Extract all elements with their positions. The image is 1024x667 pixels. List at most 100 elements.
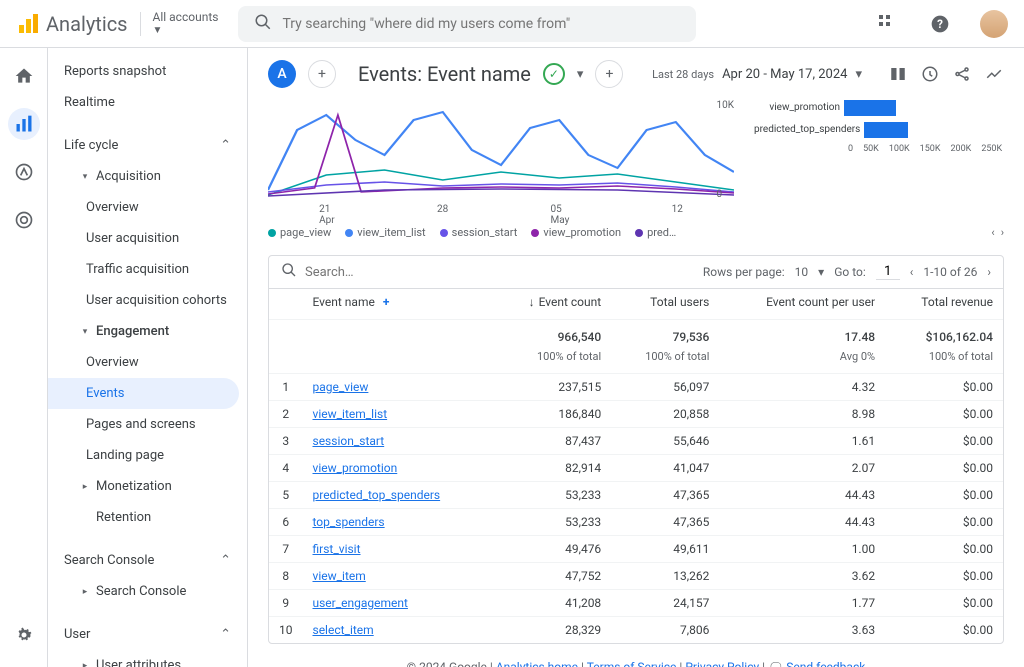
- search-input[interactable]: [282, 16, 680, 32]
- legend-dot: [635, 229, 643, 237]
- table-row: 4view_promotion82,91441,0472.07$0.00: [269, 455, 1003, 482]
- add-segment-button[interactable]: +: [308, 60, 336, 88]
- product-name: Analytics: [46, 12, 128, 36]
- legend-item[interactable]: session_start: [440, 226, 518, 239]
- table-row: 6top_spenders53,23347,36544.43$0.00: [269, 509, 1003, 536]
- nav-realtime[interactable]: Realtime: [48, 87, 247, 118]
- table-row: 7first_visit49,47649,6111.00$0.00: [269, 536, 1003, 563]
- rows-per-page-label: Rows per page:: [703, 265, 785, 279]
- nav-engagement[interactable]: ▾Engagement: [48, 316, 247, 347]
- legend-item[interactable]: view_promotion: [531, 226, 621, 239]
- table-row: 10select_item28,3297,8063.63$0.00: [269, 617, 1003, 644]
- prev-page-icon[interactable]: ‹: [910, 265, 914, 279]
- account-selector[interactable]: All accounts ▼: [153, 10, 219, 36]
- nav-lifecycle[interactable]: Life cycle⌃: [48, 130, 247, 161]
- nav-traffic-acq[interactable]: Traffic acquisition: [48, 254, 247, 285]
- sort-down-icon: ↓: [529, 295, 535, 309]
- nav-acquisition[interactable]: ▾Acquisition: [48, 161, 247, 192]
- event-link[interactable]: select_item: [313, 623, 374, 637]
- caret-right-icon: ▸: [80, 587, 90, 597]
- app-header: Analytics All accounts ▼ ?: [0, 0, 1024, 48]
- nav-user-group[interactable]: User⌃: [48, 619, 247, 650]
- apps-icon[interactable]: [876, 12, 900, 36]
- table-search-input[interactable]: [305, 265, 425, 280]
- legend-next-icon[interactable]: ›: [1001, 226, 1004, 239]
- legend-prev-icon[interactable]: ‹: [991, 226, 994, 239]
- next-page-icon[interactable]: ›: [987, 265, 991, 279]
- event-link[interactable]: top_spenders: [313, 515, 385, 529]
- search-icon: [281, 262, 297, 282]
- event-link[interactable]: view_item: [313, 569, 366, 583]
- goto-input[interactable]: [876, 264, 900, 280]
- legend-item[interactable]: page_view: [268, 226, 331, 239]
- table-row: 3session_start87,43755,6461.61$0.00: [269, 428, 1003, 455]
- report-toolbar: A + Events: Event name ✓ ▾ + Last 28 day…: [248, 48, 1024, 100]
- user-avatar[interactable]: [980, 10, 1008, 38]
- col-ecpu[interactable]: Event count per user: [719, 289, 885, 320]
- trend-icon[interactable]: [984, 64, 1004, 84]
- col-revenue[interactable]: Total revenue: [885, 289, 1003, 320]
- event-link[interactable]: page_view: [313, 380, 369, 394]
- check-icon[interactable]: ✓: [543, 63, 565, 85]
- legend-item[interactable]: pred…: [635, 226, 676, 239]
- footer-link-home[interactable]: Analytics home: [496, 660, 578, 667]
- legend-dot: [345, 229, 353, 237]
- compare-icon[interactable]: [888, 64, 908, 84]
- advertising-icon[interactable]: [8, 204, 40, 236]
- legend-item[interactable]: view_item_list: [345, 226, 425, 239]
- insights-icon[interactable]: [920, 64, 940, 84]
- nav-landing-page[interactable]: Landing page: [48, 440, 247, 471]
- legend-dot: [268, 229, 276, 237]
- nav-pages-screens[interactable]: Pages and screens: [48, 409, 247, 440]
- chevron-up-icon: ⌃: [220, 553, 231, 568]
- event-link[interactable]: first_visit: [313, 542, 361, 556]
- settings-icon[interactable]: [8, 619, 40, 651]
- nav-user-acq-cohorts[interactable]: User acquisition cohorts: [48, 285, 247, 316]
- event-link[interactable]: view_promotion: [313, 461, 398, 475]
- nav-events[interactable]: Events: [48, 378, 239, 409]
- event-link[interactable]: predicted_top_spenders: [313, 488, 441, 502]
- nav-search-console-group[interactable]: Search Console⌃: [48, 545, 247, 576]
- nav-monetization[interactable]: ▸Monetization: [48, 471, 247, 502]
- caret-down-icon: ▾: [80, 172, 90, 182]
- col-event-count[interactable]: ↓Event count: [492, 289, 611, 320]
- legend-dot: [440, 229, 448, 237]
- event-link[interactable]: user_engagement: [313, 596, 408, 610]
- caret-right-icon: ▸: [80, 482, 90, 492]
- footer-link-privacy[interactable]: Privacy Policy: [685, 660, 759, 667]
- segment-badge[interactable]: A: [268, 60, 296, 88]
- chevron-down-icon[interactable]: ▾: [818, 265, 824, 279]
- rows-per-page-value[interactable]: 10: [795, 265, 809, 279]
- divider: [140, 12, 141, 36]
- legend-dot: [531, 229, 539, 237]
- chevron-up-icon: ⌃: [220, 627, 231, 642]
- add-dimension-button[interactable]: +: [595, 60, 623, 88]
- nav-retention[interactable]: Retention: [48, 502, 247, 533]
- add-column-button[interactable]: +: [383, 295, 390, 309]
- nav-reports-snapshot[interactable]: Reports snapshot: [48, 56, 247, 87]
- goto-label: Go to:: [834, 265, 866, 279]
- chevron-down-icon: ▾: [855, 67, 862, 82]
- explore-icon[interactable]: [8, 156, 40, 188]
- footer-feedback[interactable]: Send feedback: [786, 660, 865, 667]
- help-icon[interactable]: ?: [928, 12, 952, 36]
- page-title: Events: Event name: [358, 62, 531, 86]
- date-picker[interactable]: Last 28 days Apr 20 - May 17, 2024 ▾: [652, 67, 862, 82]
- col-total-users[interactable]: Total users: [611, 289, 719, 320]
- reports-icon[interactable]: [8, 108, 40, 140]
- event-link[interactable]: view_item_list: [313, 407, 388, 421]
- nav-user-attributes[interactable]: ▸User attributes: [48, 650, 247, 667]
- table-row: 8view_item47,75213,2623.62$0.00: [269, 563, 1003, 590]
- nav-user-acq[interactable]: User acquisition: [48, 223, 247, 254]
- nav-search-console[interactable]: ▸Search Console: [48, 576, 247, 607]
- search-box[interactable]: [238, 6, 696, 42]
- nav-eng-overview[interactable]: Overview: [48, 347, 247, 378]
- share-icon[interactable]: [952, 64, 972, 84]
- chevron-down-icon[interactable]: ▾: [577, 67, 584, 82]
- nav-acq-overview[interactable]: Overview: [48, 192, 247, 223]
- footer-link-tos[interactable]: Terms of Service: [587, 660, 677, 667]
- sidebar: Reports snapshot Realtime Life cycle⌃ ▾A…: [48, 48, 248, 667]
- home-icon[interactable]: [8, 60, 40, 92]
- logo[interactable]: Analytics: [16, 12, 128, 36]
- event-link[interactable]: session_start: [313, 434, 385, 448]
